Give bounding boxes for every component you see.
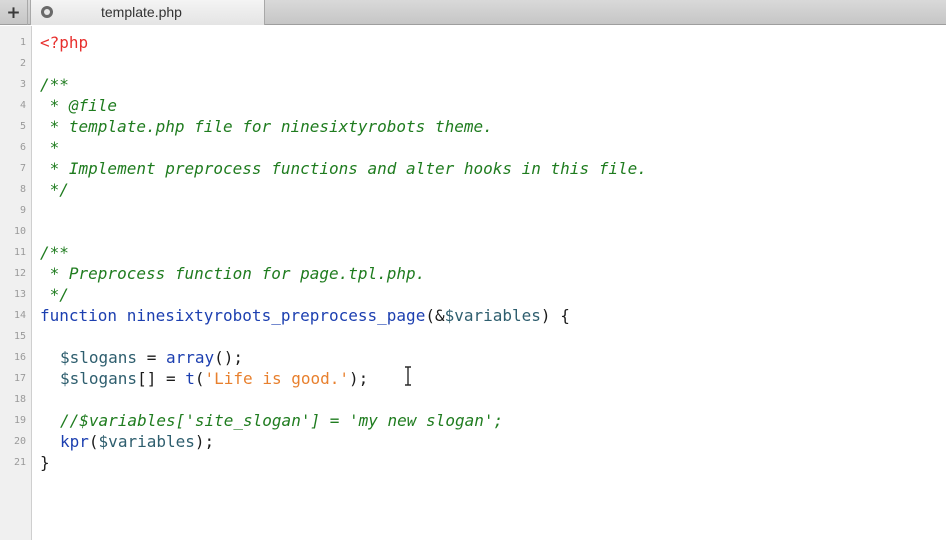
code-line-3: /** xyxy=(40,75,69,94)
code-line-16: $slogans = array(); xyxy=(60,347,243,368)
line-number: 16 xyxy=(13,352,26,363)
function-name: ninesixtyrobots_preprocess_page xyxy=(126,306,426,325)
line-number: 3 xyxy=(19,79,26,90)
line-number: 17 xyxy=(13,373,26,384)
punctuation: = xyxy=(137,348,166,367)
punctuation: ( xyxy=(194,369,205,388)
variable: $slogans xyxy=(60,348,138,367)
code-line-20: kpr($variables); xyxy=(60,431,214,452)
code-line-6: * xyxy=(40,138,60,157)
line-number: 7 xyxy=(19,163,26,174)
code-line-21: } xyxy=(40,453,50,472)
line-number: 8 xyxy=(19,184,26,195)
code-line-4: * @file xyxy=(40,96,118,115)
function-call: t xyxy=(185,369,195,388)
punctuation: ) { xyxy=(540,306,570,325)
keyword-function: function xyxy=(40,306,118,325)
line-number: 14 xyxy=(13,310,26,321)
code-line-14: function ninesixtyrobots_preprocess_page… xyxy=(40,305,570,326)
code-line-7: * Implement preprocess functions and alt… xyxy=(40,159,647,178)
line-number: 6 xyxy=(19,142,26,153)
line-number: 4 xyxy=(19,100,26,111)
code-editor[interactable]: <?php /** * @file * template.php file fo… xyxy=(40,0,940,540)
line-number: 19 xyxy=(13,415,26,426)
line-number: 21 xyxy=(13,457,26,468)
code-line-5: * template.php file for ninesixtyrobots … xyxy=(40,117,493,136)
code-line-17: $slogans[] = t('Life is good.'); xyxy=(60,368,368,389)
function-call: kpr xyxy=(60,432,89,451)
text-cursor-icon xyxy=(403,366,413,386)
code-line-8: */ xyxy=(40,180,69,199)
line-number: 12 xyxy=(13,268,26,279)
line-number: 1 xyxy=(19,37,26,48)
line-number: 15 xyxy=(13,331,26,342)
code-line-12: * Preprocess function for page.tpl.php. xyxy=(40,264,426,283)
string-literal: 'Life is good.' xyxy=(204,369,350,388)
line-number: 2 xyxy=(19,58,26,69)
punctuation: ); xyxy=(194,432,215,451)
function-call: array xyxy=(165,348,215,367)
punctuation: (); xyxy=(214,348,244,367)
variable: $variables xyxy=(98,432,195,451)
line-number: 5 xyxy=(19,121,26,132)
line-number: 9 xyxy=(19,205,26,216)
punctuation: ( xyxy=(88,432,99,451)
punctuation: (& xyxy=(425,306,445,325)
code-line-1: <?php xyxy=(40,33,89,52)
new-tab-button[interactable]: + xyxy=(0,0,28,25)
line-number: 11 xyxy=(13,247,26,258)
code-line-19: //$variables['site_slogan'] = 'my new sl… xyxy=(60,411,504,430)
variable: $slogans xyxy=(60,369,138,388)
variable: $variables xyxy=(444,306,541,325)
code-line-13: */ xyxy=(40,285,69,304)
code-line-11: /** xyxy=(40,243,69,262)
punctuation: [] = xyxy=(137,369,186,388)
punctuation: ); xyxy=(349,369,369,388)
line-number: 10 xyxy=(13,226,26,237)
line-number: 13 xyxy=(13,289,26,300)
line-number: 20 xyxy=(13,436,26,447)
line-number: 18 xyxy=(13,394,26,405)
line-number-gutter: 1 2 3 4 5 6 7 8 9 10 11 12 13 14 15 16 1… xyxy=(0,26,32,540)
